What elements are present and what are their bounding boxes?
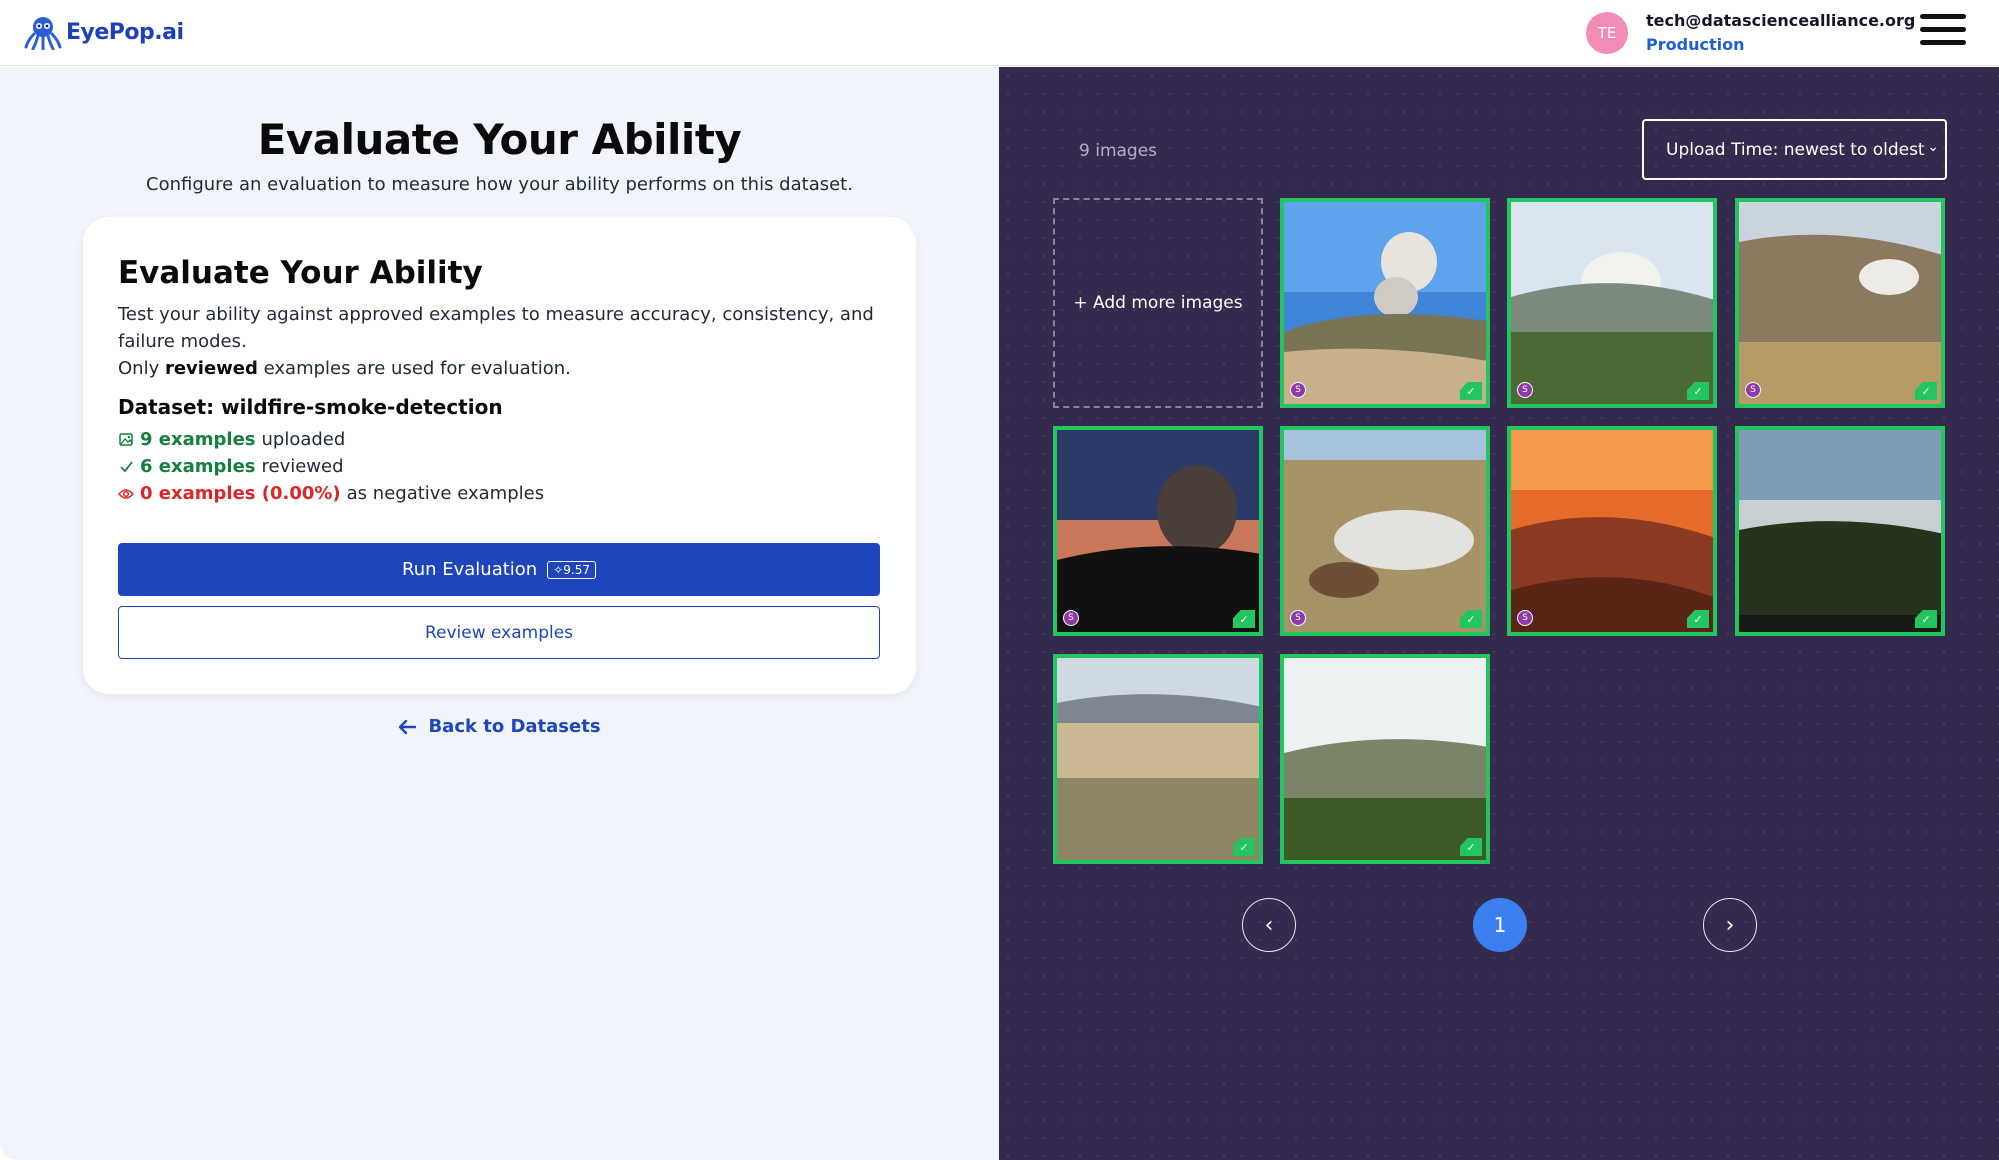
source-badge: S	[1745, 382, 1761, 398]
page-subtitle: Configure an evaluation to measure how y…	[146, 174, 853, 195]
wildfire-photo	[1511, 430, 1713, 632]
wildfire-photo	[1739, 430, 1941, 632]
sort-select[interactable]: Upload Time: newest to oldest ⌄	[1642, 119, 1947, 180]
card-description-line: Test your ability against approved examp…	[118, 304, 874, 352]
add-more-images-button[interactable]: + Add more images	[1053, 198, 1263, 408]
next-page-button[interactable]: ›	[1703, 898, 1757, 952]
image-upload-icon	[118, 432, 134, 448]
note-tail: examples are used for evaluation.	[263, 358, 571, 379]
image-thumbnail[interactable]: S ✓	[1735, 198, 1945, 408]
run-evaluation-label: Run Evaluation	[402, 559, 538, 580]
image-thumbnail[interactable]: S ✓	[1507, 426, 1717, 636]
source-badge: S	[1290, 382, 1306, 398]
credit-cost-value: 9.57	[563, 562, 590, 577]
image-thumbnail[interactable]: S ✓	[1280, 198, 1490, 408]
page-title: Evaluate Your Ability	[257, 115, 742, 164]
user-avatar[interactable]: TE	[1586, 12, 1628, 54]
page-1-button[interactable]: 1	[1473, 898, 1527, 952]
card-title: Evaluate Your Ability	[118, 255, 483, 291]
negative-count: 0 examples (0.00%)	[140, 483, 341, 504]
wildfire-photo	[1284, 202, 1486, 404]
review-examples-button[interactable]: Review examples	[118, 606, 880, 659]
source-badge: S	[1063, 610, 1079, 626]
reviewed-text: reviewed	[164, 358, 258, 379]
source-badge: S	[1517, 382, 1533, 398]
negative-suffix: as negative examples	[346, 483, 545, 504]
image-thumbnail[interactable]: ✓	[1735, 426, 1945, 636]
evaluation-panel: Evaluate Your Ability Configure an evalu…	[0, 67, 999, 1160]
wildfire-photo	[1057, 658, 1259, 860]
image-thumbnail[interactable]: ✓	[1280, 654, 1490, 864]
dataset-label: Dataset: wildfire-smoke-detection	[118, 395, 503, 419]
brand-name: EyePop.ai	[66, 19, 184, 45]
card-description: Test your ability against approved examp…	[118, 301, 898, 382]
card-description-note: Only reviewed examples are used for eval…	[118, 355, 898, 382]
image-count: 9 images	[1079, 141, 1158, 161]
check-icon	[118, 459, 134, 475]
back-to-datasets-label: Back to Datasets	[428, 716, 601, 737]
wildfire-photo	[1057, 430, 1259, 632]
run-evaluation-button[interactable]: Run Evaluation ✧9.57	[118, 543, 880, 596]
only-text: Only	[118, 358, 160, 379]
chevron-down-icon: ⌄	[1927, 139, 1939, 155]
image-thumbnail[interactable]: S ✓	[1053, 426, 1263, 636]
stat-uploaded: 9 examples uploaded	[118, 429, 345, 450]
uploaded-count: 9 examples	[140, 429, 256, 450]
image-thumbnail[interactable]: S ✓	[1507, 198, 1717, 408]
image-thumbnail[interactable]: S ✓	[1280, 426, 1490, 636]
source-badge: S	[1517, 610, 1533, 626]
top-bar: EyePop.ai TE tech@datasciencealliance.or…	[0, 0, 1999, 66]
octopus-logo-icon	[24, 17, 62, 50]
wildfire-photo	[1739, 202, 1941, 404]
brand-logo[interactable]: EyePop.ai	[24, 14, 184, 50]
reviewed-count: 6 examples	[140, 456, 256, 477]
reviewed-suffix: reviewed	[261, 456, 344, 477]
environment-label: Production	[1646, 35, 1745, 54]
user-email: tech@datasciencealliance.org	[1646, 11, 1916, 30]
back-to-datasets-link[interactable]: Back to Datasets	[0, 716, 999, 737]
stat-reviewed: 6 examples reviewed	[118, 456, 344, 477]
arrow-left-icon	[399, 719, 417, 734]
hamburger-menu-icon[interactable]	[1920, 14, 1966, 52]
evaluation-card: Evaluate Your Ability Test your ability …	[83, 217, 916, 694]
image-thumbnail[interactable]: ✓	[1053, 654, 1263, 864]
gallery-panel: 9 images Upload Time: newest to oldest ⌄…	[999, 67, 1999, 1160]
wildfire-photo	[1284, 430, 1486, 632]
stat-negative: 0 examples (0.00%) as negative examples	[118, 483, 544, 504]
uploaded-suffix: uploaded	[261, 429, 346, 450]
sort-select-value: Upload Time: newest to oldest	[1666, 139, 1925, 160]
credit-cost-badge: ✧9.57	[547, 560, 596, 579]
wildfire-photo	[1511, 202, 1713, 404]
prev-page-button[interactable]: ‹	[1242, 898, 1296, 952]
eye-icon	[118, 486, 134, 502]
wildfire-photo	[1284, 658, 1486, 860]
source-badge: S	[1290, 610, 1306, 626]
